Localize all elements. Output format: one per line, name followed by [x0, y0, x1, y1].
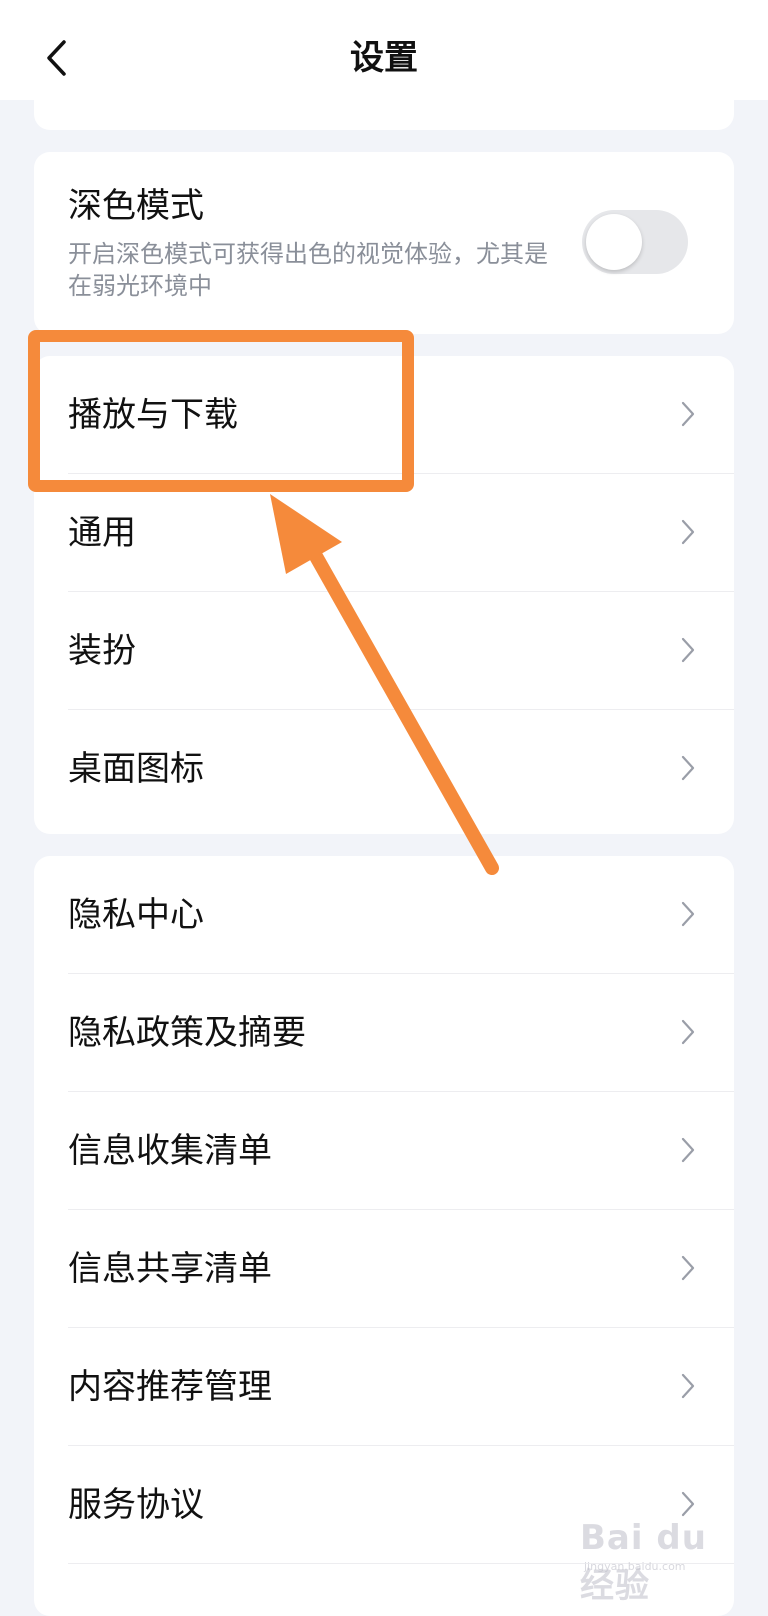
- settings-item-label: 信息共享清单: [68, 1249, 272, 1289]
- settings-item-label: 播放与下载: [68, 395, 238, 435]
- settings-item-label: 内容推荐管理: [68, 1367, 272, 1407]
- toggle-knob: [586, 214, 642, 270]
- settings-item-label: 隐私中心: [68, 895, 204, 935]
- settings-item-label: 信息收集清单: [68, 1131, 272, 1171]
- settings-item-content-recommendation[interactable]: 内容推荐管理: [34, 1328, 734, 1446]
- settings-item-label: 桌面图标: [68, 749, 204, 789]
- dark-mode-title: 深色模式: [68, 186, 204, 226]
- chevron-right-icon: [681, 1491, 695, 1517]
- chevron-right-icon: [681, 901, 695, 927]
- settings-group-1: 播放与下载 通用 装扮 桌面图标: [34, 356, 734, 834]
- settings-item-desktop-icon[interactable]: 桌面图标: [34, 710, 734, 828]
- chevron-right-icon: [681, 401, 695, 427]
- settings-item-general[interactable]: 通用: [34, 474, 734, 592]
- settings-item-service-agreement[interactable]: 服务协议: [34, 1446, 734, 1564]
- settings-item-label: 通用: [68, 513, 136, 553]
- settings-item-info-collection[interactable]: 信息收集清单: [34, 1092, 734, 1210]
- settings-item-privacy-policy[interactable]: 隐私政策及摘要: [34, 974, 734, 1092]
- previous-section-card: [34, 96, 734, 130]
- chevron-right-icon: [681, 1255, 695, 1281]
- dark-mode-toggle[interactable]: [582, 210, 688, 274]
- chevron-right-icon: [681, 1137, 695, 1163]
- settings-item-label: 服务协议: [68, 1485, 204, 1525]
- chevron-right-icon: [681, 1019, 695, 1045]
- settings-item-appearance[interactable]: 装扮: [34, 592, 734, 710]
- settings-item-label: 隐私政策及摘要: [68, 1013, 306, 1053]
- settings-group-2: 隐私中心 隐私政策及摘要 信息收集清单 信息共享清单 内容推荐管理 服务协议: [34, 856, 734, 1616]
- dark-mode-card: 深色模式 开启深色模式可获得出色的视觉体验，尤其是在弱光环境中: [34, 152, 734, 334]
- page-title: 设置: [350, 38, 418, 78]
- dark-mode-description: 开启深色模式可获得出色的视觉体验，尤其是在弱光环境中: [68, 240, 548, 300]
- chevron-right-icon: [681, 519, 695, 545]
- settings-item-info-sharing[interactable]: 信息共享清单: [34, 1210, 734, 1328]
- settings-item-privacy-center[interactable]: 隐私中心: [34, 856, 734, 974]
- chevron-right-icon: [681, 637, 695, 663]
- top-bar: 设置: [0, 0, 768, 100]
- chevron-right-icon: [681, 755, 695, 781]
- chevron-right-icon: [681, 1373, 695, 1399]
- divider: [68, 1563, 734, 1564]
- settings-item-play-download[interactable]: 播放与下载: [34, 356, 734, 474]
- settings-item-label: 装扮: [68, 631, 136, 671]
